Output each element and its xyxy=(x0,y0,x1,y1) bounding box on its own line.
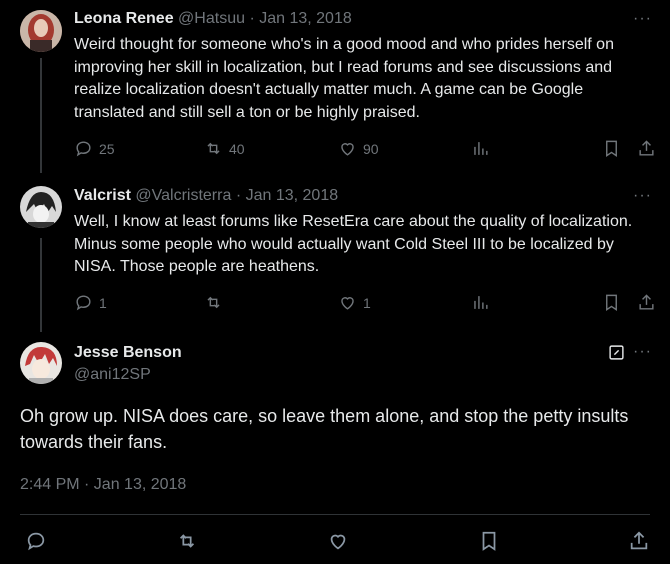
reply-button[interactable]: 1 xyxy=(74,293,107,312)
share-icon xyxy=(630,531,648,550)
reply-icon xyxy=(76,141,91,157)
reply-icon xyxy=(27,532,45,551)
avatar[interactable] xyxy=(20,10,62,52)
share-button[interactable] xyxy=(637,139,656,158)
bookmark-icon xyxy=(606,294,617,311)
tweet-date[interactable]: · Jan 13, 2018 xyxy=(249,10,351,27)
like-button[interactable]: 90 xyxy=(338,139,379,158)
share-icon xyxy=(639,140,654,156)
thread-line xyxy=(40,58,42,173)
like-icon xyxy=(341,143,354,156)
bookmark-button[interactable] xyxy=(602,139,621,158)
tweet-date[interactable]: · Jan 13, 2018 xyxy=(236,187,338,204)
tweet-text: Well, I know at least forums like ResetE… xyxy=(74,213,633,275)
author-handle[interactable]: @Valcristerra xyxy=(135,187,231,204)
edit-icon xyxy=(609,345,624,360)
reply-count: 25 xyxy=(99,140,115,157)
author-name[interactable]: Jesse Benson xyxy=(74,344,182,362)
more-icon[interactable]: ··· xyxy=(633,343,652,361)
like-icon xyxy=(341,297,354,310)
avatar[interactable] xyxy=(20,186,62,228)
share-icon xyxy=(639,294,654,310)
main-bookmark-button[interactable] xyxy=(478,530,500,557)
retweet-icon xyxy=(207,142,220,155)
like-button[interactable]: 1 xyxy=(338,293,371,312)
tweet-timestamp[interactable]: 2:44 PM · Jan 13, 2018 xyxy=(20,476,186,494)
bookmark-icon xyxy=(606,140,617,157)
views-icon xyxy=(474,142,488,155)
like-icon xyxy=(330,534,346,550)
author-name[interactable]: Leona Renee xyxy=(74,10,174,27)
author-handle[interactable]: @ani12SP xyxy=(74,366,151,384)
avatar[interactable] xyxy=(20,342,62,384)
reply-count: 1 xyxy=(99,294,107,311)
tweet-text: Weird thought for someone who's in a goo… xyxy=(74,36,614,121)
retweet-button[interactable]: 40 xyxy=(204,139,245,158)
like-count: 90 xyxy=(363,140,379,157)
main-retweet-button[interactable] xyxy=(176,530,198,557)
main-tweet-text: Oh grow up. NISA does care, so leave the… xyxy=(20,406,629,452)
divider xyxy=(20,514,650,515)
main-reply-button[interactable] xyxy=(25,530,47,557)
author-handle[interactable]: @Hatsuu xyxy=(178,10,245,27)
edit-button[interactable] xyxy=(608,344,625,361)
tweet-actions: 25 40 90 xyxy=(74,139,658,161)
tweet-actions: 1 1 xyxy=(74,293,658,315)
retweet-count: 40 xyxy=(229,140,245,157)
views-button[interactable] xyxy=(471,293,490,312)
bookmark-icon xyxy=(482,531,496,551)
retweet-icon xyxy=(207,296,220,309)
reply-icon xyxy=(76,295,91,311)
views-button[interactable] xyxy=(471,139,490,158)
bookmark-button[interactable] xyxy=(602,293,621,312)
share-button[interactable] xyxy=(637,293,656,312)
retweet-button[interactable] xyxy=(204,293,229,312)
more-icon[interactable]: ··· xyxy=(633,10,652,28)
thread-line xyxy=(40,238,42,332)
main-like-button[interactable] xyxy=(327,530,349,557)
like-count: 1 xyxy=(363,294,371,311)
more-icon[interactable]: ··· xyxy=(633,187,652,205)
reply-button[interactable]: 25 xyxy=(74,139,115,158)
main-share-button[interactable] xyxy=(628,530,650,557)
views-icon xyxy=(474,296,488,309)
author-name[interactable]: Valcrist xyxy=(74,187,131,204)
retweet-icon xyxy=(179,534,195,548)
